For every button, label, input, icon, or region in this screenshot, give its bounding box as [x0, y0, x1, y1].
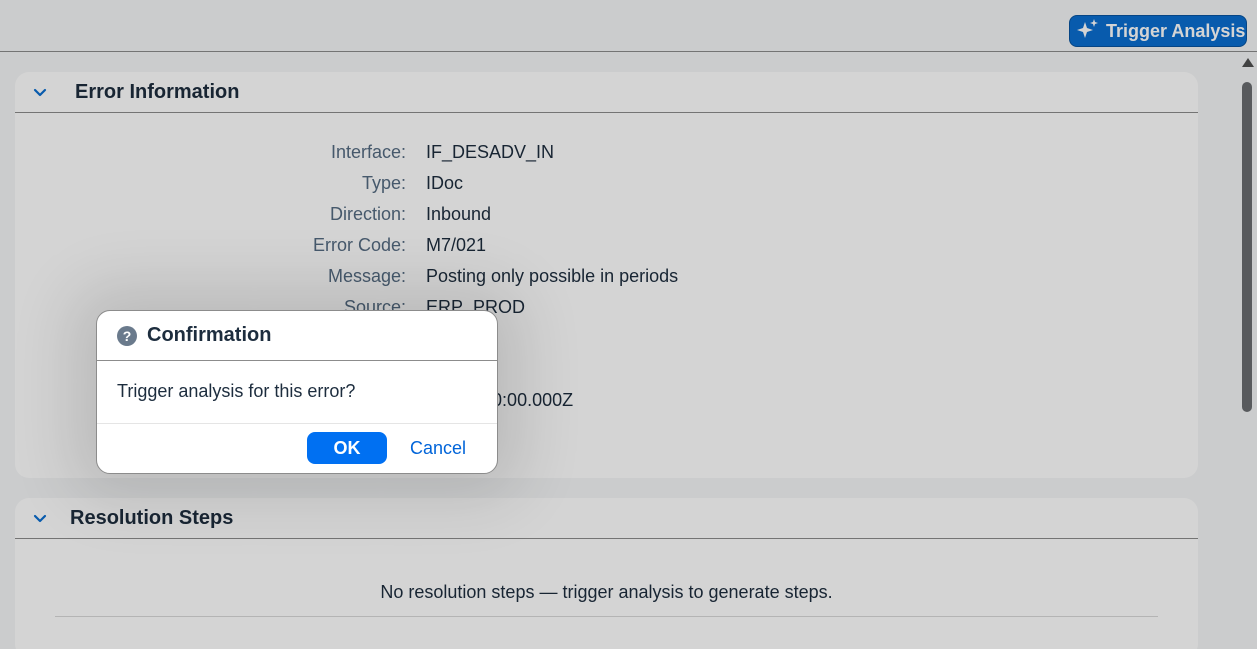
cancel-button[interactable]: Cancel [403, 432, 473, 464]
dialog-header: ? Confirmation [97, 311, 497, 361]
confirmation-dialog: ? Confirmation Trigger analysis for this… [96, 310, 498, 474]
question-icon: ? [117, 325, 137, 346]
dialog-footer: OK Cancel [97, 424, 497, 473]
ok-button[interactable]: OK [307, 432, 387, 464]
dialog-message: Trigger analysis for this error? [97, 361, 497, 424]
dialog-title: Confirmation [147, 324, 272, 346]
